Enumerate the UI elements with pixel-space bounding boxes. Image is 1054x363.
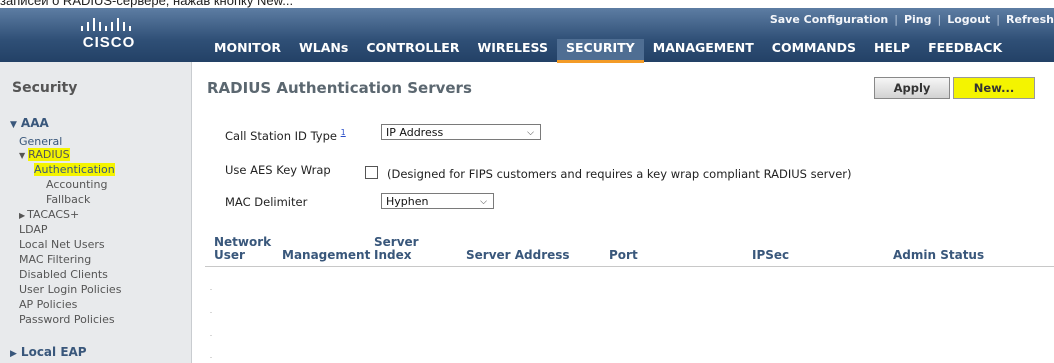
empty-row-marker [210,335,212,336]
col-server-index-line2: Index [374,248,412,262]
sidebar-item-general[interactable]: General [19,135,62,148]
col-server-address: Server Address [466,248,570,262]
sidebar-item-aaa[interactable]: ▼ AAA [10,116,49,130]
selected-value: IP Address [386,126,444,139]
new-button[interactable]: New... [953,77,1035,99]
top-links: Save Configuration | Ping | Logout | Refresh [770,13,1054,26]
col-network-user-line2: User [214,248,245,262]
sidebar-item-accounting[interactable]: Accounting [46,178,107,191]
top-header: CISCO Save Configuration | Ping | Logout | Ref… [0,8,1054,63]
mac-delimiter-select[interactable]: Hyphen ⌵ [381,193,494,209]
page-title: RADIUS Authentication Servers [207,79,472,97]
logout-link[interactable]: Logout [947,13,990,26]
col-server-index-line1: Server [374,235,419,249]
sidebar: Security ▼ AAA General ▼ RADIUS Authentica… [0,62,192,363]
tab-monitor[interactable]: MONITOR [205,39,290,63]
call-station-id-type-label: Call Station ID Type 1 [225,128,346,143]
empty-row-marker [210,289,212,290]
sidebar-item-local-net-users[interactable]: Local Net Users [19,238,105,251]
aes-key-wrap-note: (Designed for FIPS customers and require… [387,167,852,181]
use-aes-key-wrap-label: Use AES Key Wrap [225,163,331,177]
main-nav: MONITOR WLANs CONTROLLER WIRELESS SECURI… [205,39,1011,63]
caret-down-icon: ▼ [19,151,26,160]
caret-down-icon: ▼ [10,120,17,130]
sidebar-item-label: Local EAP [20,345,87,359]
footnote-link[interactable]: 1 [341,128,346,137]
tab-help[interactable]: HELP [865,39,919,63]
col-port: Port [609,248,638,262]
sidebar-item-mac-filtering[interactable]: MAC Filtering [19,253,91,266]
tab-feedback[interactable]: FEEDBACK [919,39,1011,63]
sidebar-item-disabled-clients[interactable]: Disabled Clients [19,268,108,281]
sidebar-item-ap-policies[interactable]: AP Policies [19,298,77,311]
sidebar-title: Security [12,80,78,96]
tab-security[interactable]: SECURITY [557,39,644,63]
mac-delimiter-label: MAC Delimiter [225,195,308,209]
caret-right-icon: ▶ [10,349,17,359]
col-ipsec: IPSec [752,248,790,262]
call-station-id-type-label-text: Call Station ID Type [225,128,337,143]
sidebar-item-user-login-policies[interactable]: User Login Policies [19,283,121,296]
sidebar-item-local-eap[interactable]: ▶ Local EAP [10,345,87,359]
sidebar-item-label: TACACS+ [27,208,80,221]
chevron-down-icon: ⌵ [480,197,487,207]
brand-name: CISCO [82,34,136,51]
chevron-down-icon: ⌵ [527,128,534,138]
empty-row-marker [210,312,212,313]
sidebar-item-authentication[interactable]: Authentication [34,163,115,176]
sidebar-item-ldap[interactable]: LDAP [19,223,48,236]
selected-value: Hyphen [386,195,429,208]
tab-management[interactable]: MANAGEMENT [644,39,763,63]
separator: | [996,13,1001,26]
save-configuration-link[interactable]: Save Configuration [770,13,888,26]
col-network-user-line1: Network [214,235,272,249]
tab-wireless[interactable]: WIRELESS [468,39,557,63]
sidebar-item-label: RADIUS [28,148,70,161]
empty-row-marker [210,357,212,358]
col-admin-status: Admin Status [893,248,985,262]
col-network-user: Network User [214,236,271,262]
call-station-id-type-select[interactable]: IP Address ⌵ [381,124,541,140]
tab-controller[interactable]: CONTROLLER [357,39,468,63]
sidebar-item-tacacs[interactable]: ▶ TACACS+ [19,208,79,221]
table-header-divider [205,266,1054,267]
sidebar-item-fallback[interactable]: Fallback [46,193,90,206]
tab-wlans[interactable]: WLANs [290,39,357,63]
sidebar-item-radius[interactable]: ▼ RADIUS [19,148,70,161]
cisco-bars-icon [81,18,131,31]
separator: | [937,13,942,26]
refresh-link[interactable]: Refresh [1006,13,1054,26]
separator: | [894,13,898,26]
ping-link[interactable]: Ping [904,13,932,26]
tab-commands[interactable]: COMMANDS [763,39,865,63]
caret-right-icon: ▶ [19,211,26,220]
apply-button[interactable]: Apply [874,77,950,99]
aes-key-wrap-checkbox[interactable] [365,166,378,179]
cisco-logo: CISCO [69,18,149,58]
sidebar-item-password-policies[interactable]: Password Policies [19,313,115,326]
sidebar-item-label: AAA [20,116,49,130]
col-management: Management [282,248,371,262]
col-server-index: Server Index [374,236,419,262]
